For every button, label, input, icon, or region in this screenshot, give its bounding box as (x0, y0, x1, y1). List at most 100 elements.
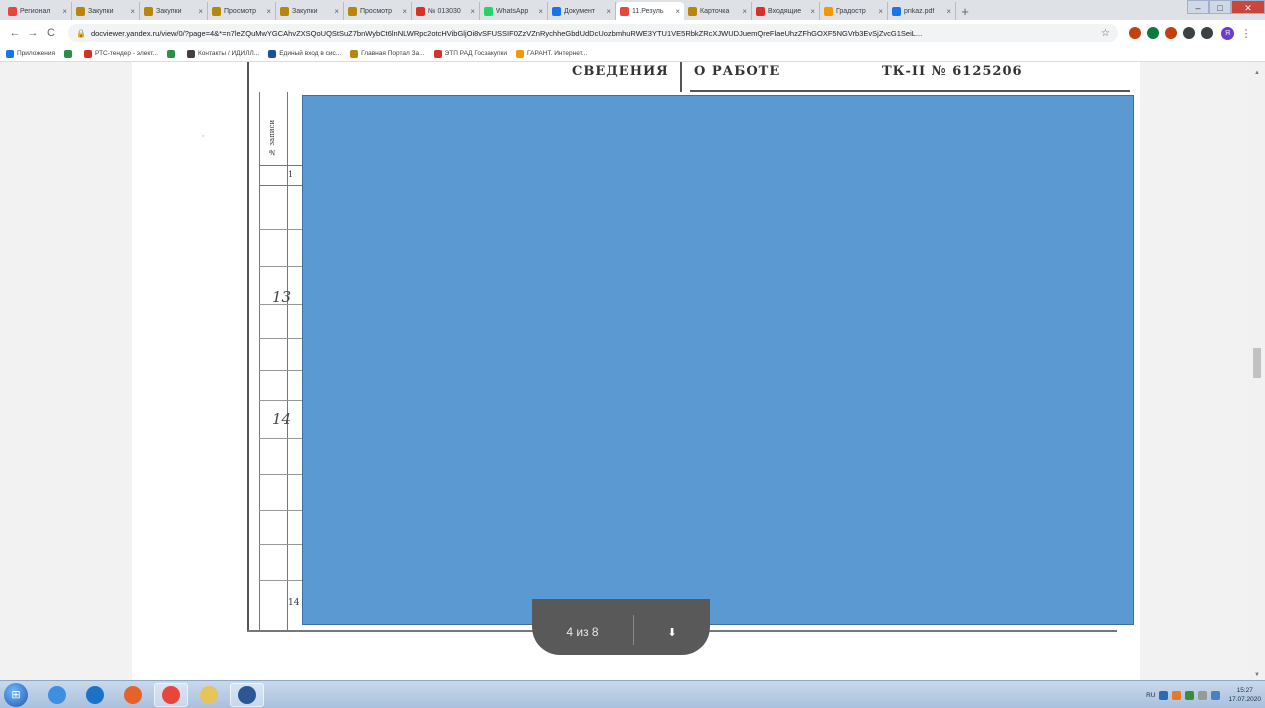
system-clock[interactable]: 15:27 17.07.2020 (1228, 686, 1261, 704)
bookmark-label: Главная Портал За... (361, 50, 425, 57)
tab-close-icon[interactable]: × (742, 7, 747, 16)
browser-tab[interactable]: Закупки × (276, 2, 344, 20)
folder-icon (200, 685, 218, 704)
tab-title: 11.Резуль (632, 7, 664, 15)
scroll-down-arrow-icon[interactable]: ▼ (1254, 672, 1260, 678)
bookmark-item[interactable]: ГАРАНТ. Интернет... (516, 49, 587, 58)
browser-tab[interactable]: Входящие × (752, 2, 820, 20)
bookmark-item[interactable]: Контакты / ИДИЛЛ... (186, 49, 260, 58)
bookmark-item[interactable]: Единый вход в сис... (268, 49, 341, 58)
browser-tab[interactable]: Градостр × (820, 2, 888, 20)
extension-icon[interactable] (1183, 27, 1195, 39)
browser-tab[interactable]: Просмотр × (208, 2, 276, 20)
close-window-button[interactable]: ✕ (1231, 0, 1265, 14)
battery-icon[interactable] (1211, 690, 1221, 700)
tab-close-icon[interactable]: × (878, 7, 883, 16)
taskbar-firefox-button[interactable] (116, 683, 150, 707)
tab-close-icon[interactable]: × (675, 7, 680, 16)
tab-favicon-icon (144, 6, 153, 16)
maximize-button[interactable]: □ (1209, 0, 1231, 14)
extension-icon[interactable] (1129, 27, 1141, 39)
browser-tab[interactable]: № 013030 × (412, 2, 480, 20)
tab-title: Просмотр (224, 7, 256, 15)
scan-line (690, 90, 1130, 92)
network-icon[interactable] (1159, 690, 1169, 700)
scan-speck: · (202, 132, 205, 141)
taskbar-folder-button[interactable] (192, 683, 226, 707)
browser-tab[interactable]: Документ × (548, 2, 616, 20)
scan-line (259, 338, 304, 339)
taskbar-apps (40, 682, 268, 707)
tab-close-icon[interactable]: × (810, 7, 815, 16)
new-tab-button[interactable]: + (956, 2, 974, 20)
bookmark-item[interactable]: РТС-тендер - элект... (84, 49, 158, 58)
extension-icon[interactable] (1201, 27, 1213, 39)
browser-tab[interactable]: WhatsApp × (480, 2, 548, 20)
entry-14-print: 14 (288, 598, 300, 608)
back-button[interactable]: ← (8, 27, 22, 39)
language-indicator[interactable]: RU (1146, 692, 1155, 699)
taskbar-skype-button[interactable] (78, 683, 112, 707)
scroll-up-arrow-icon[interactable]: ▲ (1254, 70, 1260, 76)
row-one-label: 1 (288, 170, 294, 179)
bookmark-item[interactable]: Главная Портал За... (350, 49, 425, 58)
bookmark-item[interactable]: Приложения (6, 49, 56, 58)
clock-date: 17.07.2020 (1228, 696, 1261, 703)
taskbar-chrome-button[interactable] (154, 682, 188, 707)
bookmark-item[interactable] (166, 49, 178, 58)
extension-icon[interactable] (1147, 27, 1159, 39)
bookmark-item[interactable] (64, 49, 75, 58)
menu-kebab-icon[interactable]: ⋮ (1239, 27, 1253, 40)
browser-tab[interactable]: Просмотр × (344, 2, 412, 20)
bookmark-favicon-icon (166, 49, 175, 58)
page-indicator[interactable]: 4 из 8 (532, 615, 633, 639)
bookmark-item[interactable]: ЭТП РАД Госзакупки (433, 49, 507, 58)
extension-icon[interactable] (1165, 27, 1177, 39)
download-icon[interactable]: ⬇ (634, 616, 710, 639)
tab-close-icon[interactable]: × (130, 7, 135, 16)
entry-13-number: 13 (272, 288, 292, 306)
tab-close-icon[interactable]: × (946, 7, 951, 16)
tab-close-icon[interactable]: × (334, 7, 339, 16)
browser-tab[interactable]: Закупки × (72, 2, 140, 20)
update-icon[interactable] (1185, 690, 1195, 700)
bookmark-label: Приложения (17, 50, 56, 57)
browser-tab-strip: Регионал × Закупки × Закупки × Просмотр × Закупк… (0, 0, 1265, 20)
tab-title: Просмотр (360, 7, 392, 15)
tab-close-icon[interactable]: × (470, 7, 475, 16)
browser-tab[interactable]: 11.Резуль × (616, 2, 684, 20)
entry-14-number: 14 (272, 410, 292, 428)
taskbar-word-button[interactable] (230, 682, 264, 707)
browser-tab[interactable]: Карточка × (684, 2, 752, 20)
browser-tab[interactable]: Регионал × (4, 2, 72, 20)
bookmark-star-icon[interactable]: ☆ (1095, 28, 1110, 39)
browser-tab[interactable]: Закупки × (140, 2, 208, 20)
start-button[interactable]: ⊞ (4, 682, 28, 707)
tab-title: Входящие (768, 7, 802, 15)
browser-tab[interactable]: prikaz.pdf × (888, 2, 956, 20)
taskbar-ie-button[interactable] (40, 683, 74, 707)
profile-avatar[interactable]: Я (1221, 26, 1234, 40)
tab-title: Документ (564, 7, 596, 15)
tab-close-icon[interactable]: × (198, 7, 203, 16)
minimize-button[interactable]: – (1187, 0, 1209, 14)
reload-button[interactable]: C (44, 27, 58, 39)
volume-icon[interactable] (1198, 690, 1208, 700)
vertical-scrollbar[interactable]: ▲ ▼ (1248, 62, 1265, 680)
page-navigation-pill: 4 из 8 ⬇ (532, 599, 710, 655)
forward-button[interactable]: → (26, 27, 40, 39)
tab-close-icon[interactable]: × (266, 7, 271, 16)
address-bar[interactable]: 🔒 docviewer.yandex.ru/view/0/?page=4&*=n… (68, 24, 1118, 42)
tab-title: Градостр (836, 7, 866, 15)
security-icon[interactable] (1172, 690, 1182, 700)
bookmark-label: Контакты / ИДИЛЛ... (197, 50, 260, 57)
tab-close-icon[interactable]: × (62, 7, 67, 16)
tab-title: Регионал (20, 7, 51, 15)
scrollbar-thumb[interactable] (1253, 348, 1261, 378)
doc-header-right: ТК-II № 6125206 (882, 64, 1023, 79)
tab-close-icon[interactable]: × (402, 7, 407, 16)
redaction-block (302, 95, 1134, 625)
tab-close-icon[interactable]: × (538, 7, 543, 16)
ie-icon (48, 685, 66, 704)
tab-close-icon[interactable]: × (606, 7, 611, 16)
